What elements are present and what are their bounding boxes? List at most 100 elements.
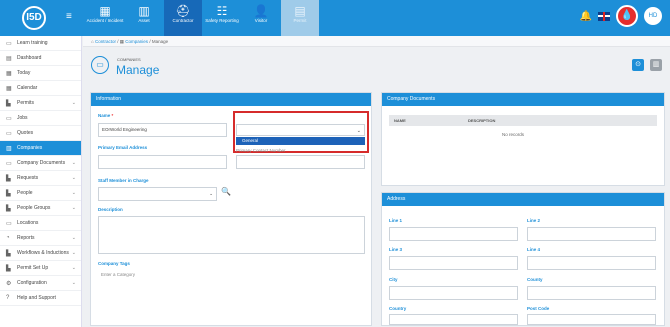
dashboard-icon: ▤ <box>6 55 12 62</box>
permits-icon: ▙ <box>6 100 11 107</box>
line2-field[interactable] <box>527 227 656 241</box>
line3-field[interactable] <box>389 256 518 270</box>
company-type-option-general[interactable]: General <box>236 137 365 145</box>
people-groups-icon: ▙ <box>6 205 11 212</box>
contractor-icon: ⛑ <box>175 4 191 18</box>
delete-button[interactable]: ▥ <box>650 59 662 71</box>
module-asset[interactable]: ▥ Asset <box>125 0 163 36</box>
save-button[interactable]: ⊙ <box>632 59 644 71</box>
address-panel: Address Line 1 Line 2 Line 3 Line 4 City… <box>381 192 665 326</box>
module-contractor[interactable]: ⛑ Contractor <box>164 0 202 36</box>
sidebar-item-label: Locations <box>17 220 39 226</box>
name-field[interactable]: EOrWorld Engineering <box>98 123 227 137</box>
documents-panel: Company Documents NAME DESCRIPTION No re… <box>381 92 665 186</box>
county-label: County <box>527 277 543 282</box>
line1-field[interactable] <box>389 227 518 241</box>
sidebar-item-label: Company Documents <box>17 160 66 166</box>
module-visitor[interactable]: 👤 Visitor <box>242 0 280 36</box>
phone-label: Primary Contact Number <box>236 148 286 153</box>
sidebar-item-requests[interactable]: ▙ Requests ⌄ <box>0 171 81 186</box>
trash-icon: ▥ <box>652 61 660 68</box>
sidebar-item-permits[interactable]: ▙ Permits ⌄ <box>0 96 81 111</box>
sidebar-item-label: Help and Support <box>17 295 56 301</box>
chevron-down-icon: ⌄ <box>71 175 76 181</box>
module-permit[interactable]: ▤ Permit <box>281 0 319 36</box>
sidebar-item-reports[interactable]: ◔ Reports ⌄ <box>0 231 81 246</box>
sidebar-item-learn-training[interactable]: ▭ Learn training <box>0 36 81 51</box>
sidebar-item-help-and-support[interactable]: ? Help and Support <box>0 291 81 306</box>
breadcrumb-companies[interactable]: Companies <box>125 39 148 44</box>
country-label: Country <box>389 306 407 311</box>
chevron-down-icon: ⌄ <box>71 205 76 211</box>
sidebar-item-companies[interactable]: ▥ Companies <box>0 141 81 156</box>
sidebar-item-label: Permits <box>17 100 34 106</box>
search-icon[interactable]: 🔍 <box>221 187 231 196</box>
sidebar-item-company-documents[interactable]: ▭ Company Documents ⌄ <box>0 156 81 171</box>
email-field[interactable] <box>98 155 227 169</box>
sidebar-item-label: Calendar <box>17 85 38 91</box>
city-label: City <box>389 277 398 282</box>
tags-label: Company Tags <box>98 261 130 266</box>
module-safety-reporting[interactable]: ☷ Safety Reporting <box>203 0 241 36</box>
sidebar-item-label: Configuration <box>17 280 47 286</box>
help-icon: ? <box>6 295 10 301</box>
module-tabs: ▦ Accident / Incident ▥ Asset ⛑ Contractor … <box>86 0 320 36</box>
sidebar-item-label: Workflows & Inductions <box>17 250 69 256</box>
asset-icon: ▥ <box>138 4 150 18</box>
sidebar-item-label: Permit Set Up <box>17 265 49 271</box>
sidebar-item-configuration[interactable]: ⚙ Configuration ⌄ <box>0 276 81 291</box>
page-header-icon: ▭ <box>91 56 109 74</box>
sidebar-item-label: Today <box>17 70 31 76</box>
chevron-down-icon: ⌄ <box>71 265 76 271</box>
companies-icon: ▥ <box>6 145 12 152</box>
requests-icon: ▙ <box>6 175 11 182</box>
sidebar-item-calendar[interactable]: ▦ Calendar <box>0 81 81 96</box>
empty-message: No records <box>502 132 525 137</box>
city-field[interactable] <box>389 286 518 300</box>
staff-select[interactable]: ⌄ <box>98 187 217 201</box>
sidebar-item-workflows-inductions[interactable]: ▙ Workflows & Inductions ⌄ <box>0 246 81 261</box>
information-panel: Information Name * EOrWorld Engineering … <box>90 92 372 326</box>
breadcrumb-contractor[interactable]: Contractor <box>95 39 116 44</box>
chevron-down-icon: ⌄ <box>71 100 76 106</box>
company-type-select[interactable]: ⌄ <box>236 124 365 136</box>
sidebar-item-today[interactable]: ▦ Today <box>0 66 81 81</box>
description-field[interactable] <box>98 216 365 254</box>
menu-toggle-icon[interactable]: ≡ <box>66 11 72 22</box>
chevron-down-icon: ⌄ <box>71 190 76 196</box>
line1-label: Line 1 <box>389 218 403 223</box>
sidebar-item-label: Jobs <box>17 115 28 121</box>
sidebar-item-people-groups[interactable]: ▙ People Groups ⌄ <box>0 201 81 216</box>
sidebar-item-jobs[interactable]: ▭ Jobs <box>0 111 81 126</box>
chevron-down-icon: ⌄ <box>356 128 361 134</box>
today-icon: ▦ <box>6 70 12 77</box>
description-label: Description <box>98 207 123 212</box>
home-icon[interactable]: ⌂ <box>91 39 94 44</box>
app-logo[interactable]: I5D <box>22 6 46 30</box>
uk-flag-icon[interactable] <box>598 11 610 21</box>
country-field[interactable] <box>389 314 518 325</box>
address-title: Address <box>382 193 664 206</box>
sidebar-item-quotes[interactable]: ▭ Quotes <box>0 126 81 141</box>
name-label: Name * <box>98 113 114 118</box>
top-bar: I5D ≡ ▦ Accident / Incident ▥ Asset ⛑ Contr… <box>0 0 670 36</box>
module-accident-incident[interactable]: ▦ Accident / Incident <box>86 0 124 36</box>
line4-field[interactable] <box>527 256 656 270</box>
sidebar-item-label: People <box>17 190 33 196</box>
phone-field[interactable] <box>236 155 365 169</box>
sidebar-item-dashboard[interactable]: ▤ Dashboard <box>0 51 81 66</box>
sidebar-item-locations[interactable]: ▭ Locations <box>0 216 81 231</box>
county-field[interactable] <box>527 286 656 300</box>
column-description[interactable]: DESCRIPTION <box>468 115 495 126</box>
emergency-drop-icon[interactable]: 💧 <box>616 5 638 27</box>
avatar[interactable]: HD <box>644 7 662 25</box>
postcode-field[interactable] <box>527 314 656 325</box>
notification-bell-icon[interactable]: 🔔 <box>580 11 592 22</box>
sidebar-item-label: Requests <box>17 175 39 181</box>
sidebar-item-permit-set-up[interactable]: ▙ Permit Set Up ⌄ <box>0 261 81 276</box>
tags-input[interactable]: Enter a Category <box>98 269 365 283</box>
save-icon: ⊙ <box>635 61 641 68</box>
column-name[interactable]: NAME <box>394 115 406 126</box>
breadcrumb: ⌂ Contractor / ▦ Companies / Manage <box>83 36 670 47</box>
sidebar-item-people[interactable]: ▙ People ⌄ <box>0 186 81 201</box>
